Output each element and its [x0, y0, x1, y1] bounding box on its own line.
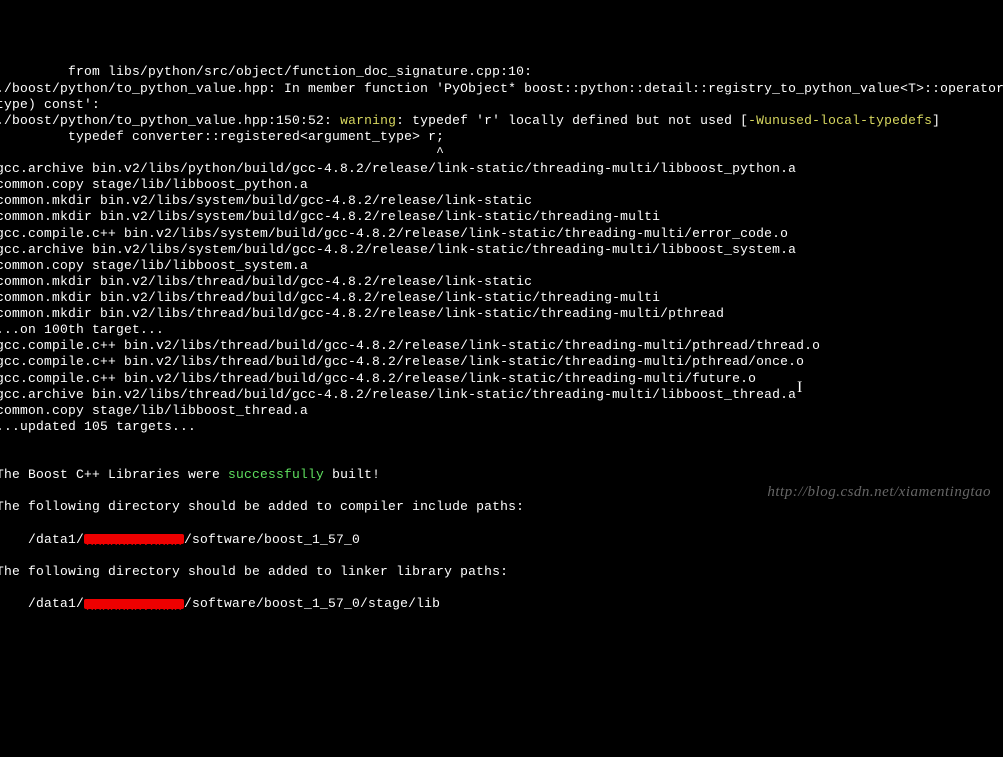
success-pre: The Boost C++ Libraries were: [0, 467, 228, 482]
context-line: from libs/python/src/object/function_doc…: [0, 64, 532, 79]
build-line: common.mkdir bin.v2/libs/system/build/gc…: [0, 209, 660, 224]
build-line: gcc.compile.c++ bin.v2/libs/thread/build…: [0, 338, 820, 353]
build-line: ...updated 105 targets...: [0, 419, 196, 434]
success-word: successfully: [228, 467, 324, 482]
warning-msg: : typedef 'r' locally defined but not us…: [396, 113, 748, 128]
build-line: gcc.archive bin.v2/libs/thread/build/gcc…: [0, 387, 796, 402]
compiler-path-msg: The following directory should be added …: [0, 499, 524, 514]
build-line: common.mkdir bin.v2/libs/thread/build/gc…: [0, 274, 532, 289]
path-post: /software/boost_1_57_0: [184, 532, 360, 547]
context-line: type) const':: [0, 97, 100, 112]
path-post: /software/boost_1_57_0/stage/lib: [184, 596, 440, 611]
context-line: ./boost/python/to_python_value.hpp: In m…: [0, 81, 1003, 96]
linker-path-msg: The following directory should be added …: [0, 564, 508, 579]
text-cursor-icon: I: [797, 378, 803, 398]
build-line: gcc.compile.c++ bin.v2/libs/thread/build…: [0, 371, 756, 386]
terminal-output[interactable]: from libs/python/src/object/function_doc…: [0, 64, 1003, 612]
build-line: common.copy stage/lib/libboost_thread.a: [0, 403, 308, 418]
build-line: common.mkdir bin.v2/libs/thread/build/gc…: [0, 290, 660, 305]
success-post: built!: [324, 467, 380, 482]
warning-file: ./boost/python/to_python_value.hpp:150:5…: [0, 113, 340, 128]
warning-flag: -Wunused-local-typedefs: [748, 113, 932, 128]
path-pre: /data1/: [0, 596, 84, 611]
warning-label: warning: [340, 113, 396, 128]
warning-end: ]: [932, 113, 940, 128]
caret-line: ^: [0, 145, 444, 160]
build-line: gcc.compile.c++ bin.v2/libs/system/build…: [0, 226, 788, 241]
build-line: common.copy stage/lib/libboost_system.a: [0, 258, 308, 273]
build-line: common.copy stage/lib/libboost_python.a: [0, 177, 308, 192]
build-line: ...on 100th target...: [0, 322, 164, 337]
redacted-text: xxxxxxx.xxxx: [84, 599, 184, 609]
build-line: gcc.archive bin.v2/libs/system/build/gcc…: [0, 242, 796, 257]
build-line: common.mkdir bin.v2/libs/thread/build/gc…: [0, 306, 724, 321]
build-line: gcc.archive bin.v2/libs/python/build/gcc…: [0, 161, 796, 176]
build-line: gcc.compile.c++ bin.v2/libs/thread/build…: [0, 354, 804, 369]
typedef-line: typedef converter::registered<argument_t…: [0, 129, 444, 144]
watermark: http://blog.csdn.net/xiamentingtao: [767, 483, 991, 502]
path-pre: /data1/: [0, 532, 84, 547]
redacted-text: xxxxxxx.xxxx: [84, 534, 184, 544]
build-line: common.mkdir bin.v2/libs/system/build/gc…: [0, 193, 532, 208]
